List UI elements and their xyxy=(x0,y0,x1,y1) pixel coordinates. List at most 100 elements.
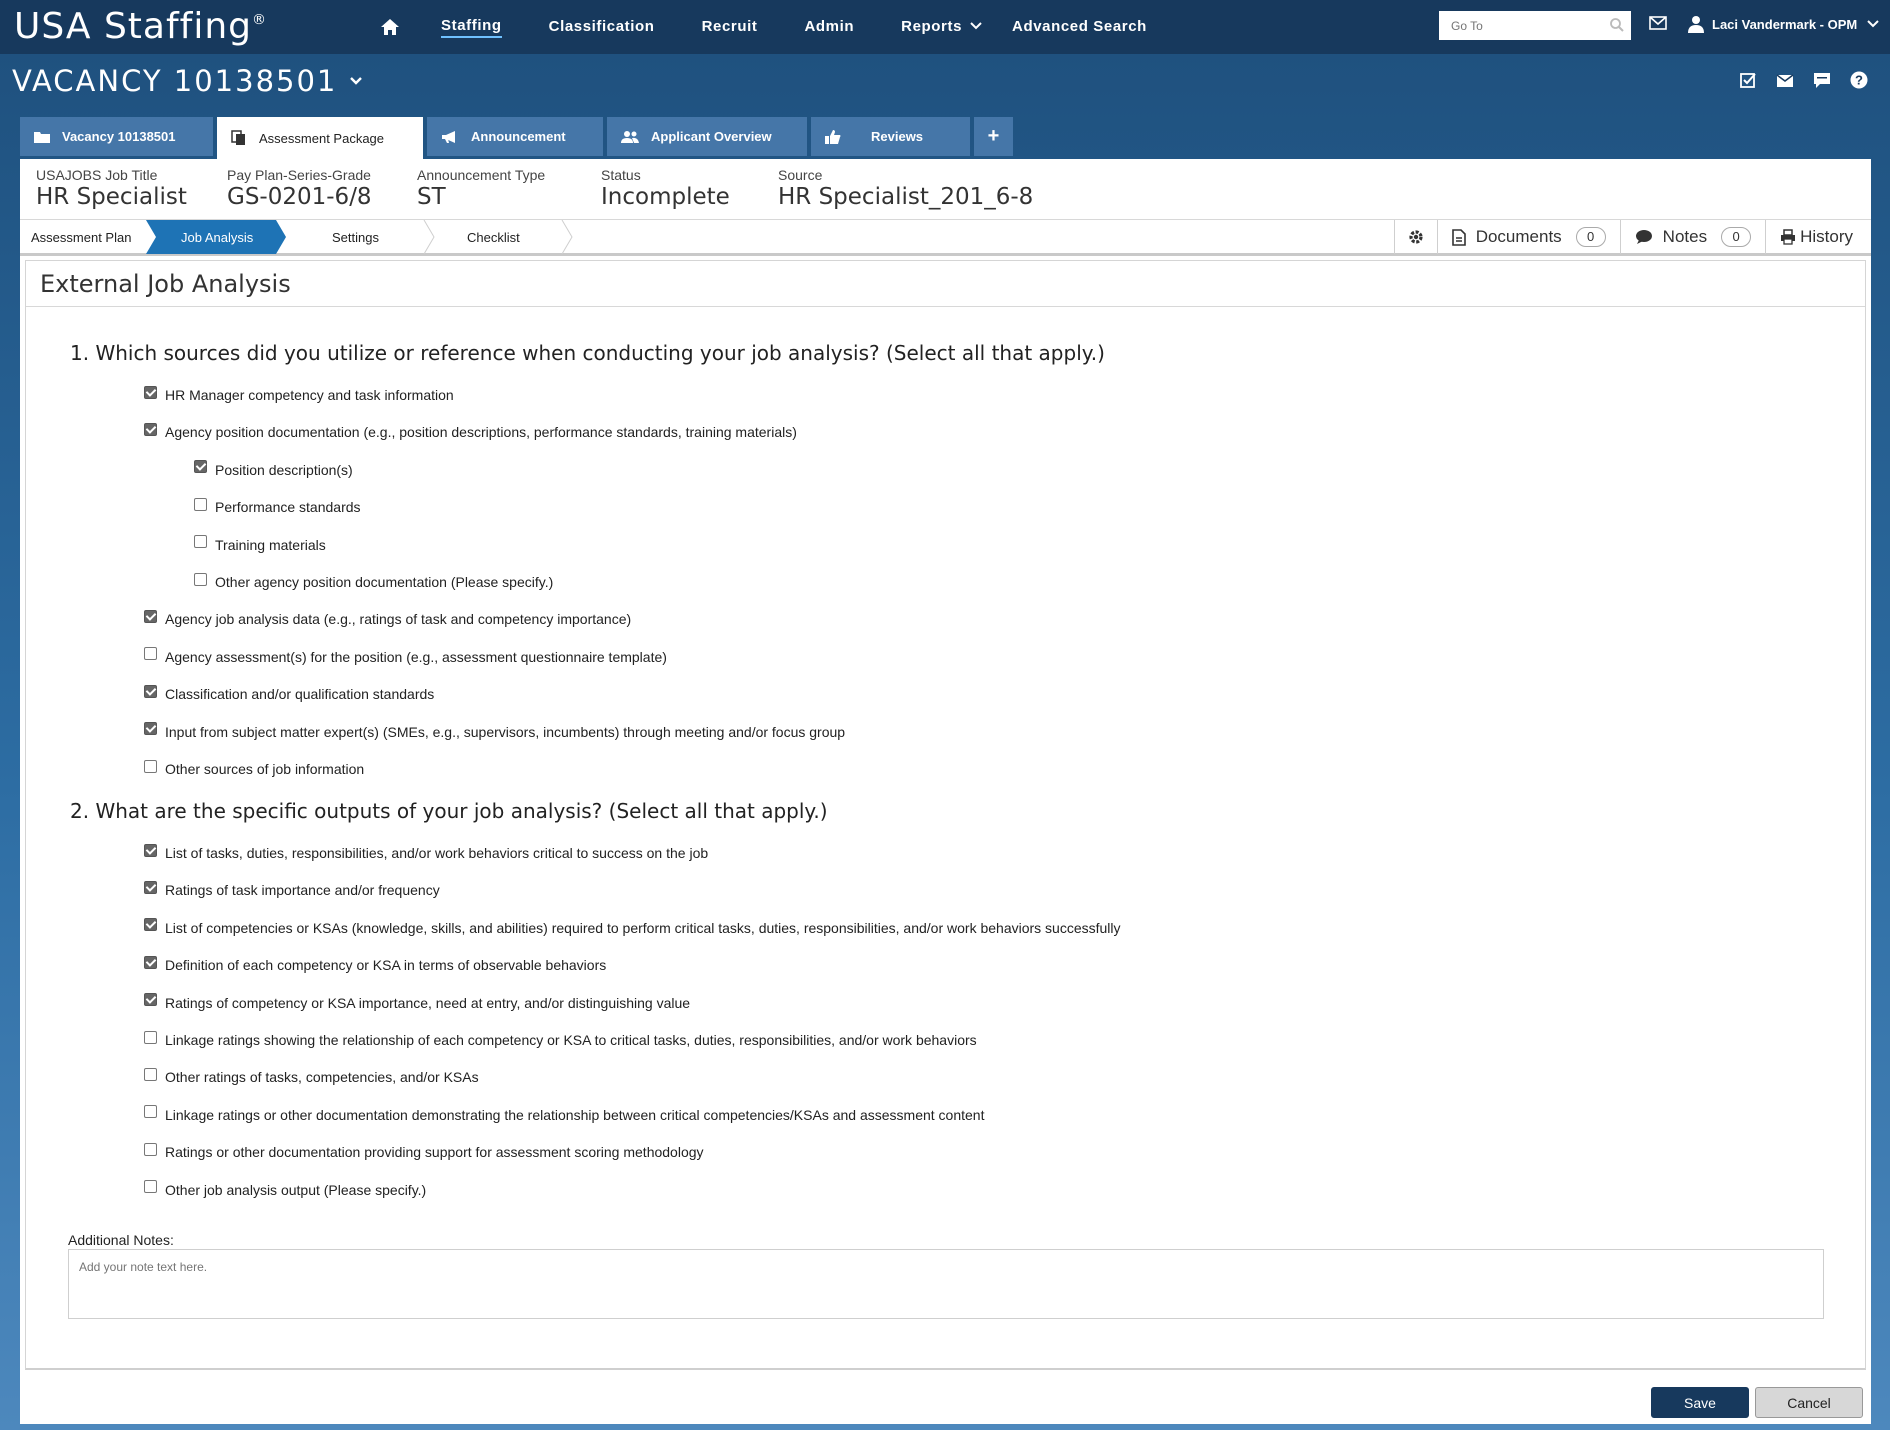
save-button[interactable]: Save xyxy=(1651,1387,1749,1418)
checkbox-option[interactable]: Definition of each competency or KSA in … xyxy=(144,955,606,973)
checkbox-checked[interactable] xyxy=(144,843,157,857)
checkbox-unchecked[interactable] xyxy=(194,535,207,549)
nav-advanced-search[interactable]: Advanced Search xyxy=(1012,18,1147,37)
task-check-icon[interactable] xyxy=(1738,70,1758,90)
checkbox-unchecked[interactable] xyxy=(144,1030,157,1044)
top-navigation-bar: USA Staffing® Staffing Classification Re… xyxy=(0,0,1890,54)
assessment-subnav: Assessment Plan Job Analysis Settings Ch… xyxy=(20,219,1871,256)
checkbox-checked[interactable] xyxy=(144,918,157,932)
checkbox-option[interactable]: Position description(s) xyxy=(194,460,353,478)
checkbox-option[interactable]: List of tasks, duties, responsibilities,… xyxy=(144,843,708,861)
checkbox-unchecked[interactable] xyxy=(144,647,157,661)
checkbox-option[interactable]: Agency assessment(s) for the position (e… xyxy=(144,647,667,665)
goto-search-input[interactable] xyxy=(1439,11,1631,40)
notes-button[interactable]: Notes 0 xyxy=(1619,220,1765,254)
checkbox-option[interactable]: List of competencies or KSAs (knowledge,… xyxy=(144,918,1121,936)
info-label: Announcement Type xyxy=(417,167,546,183)
section-title: External Job Analysis xyxy=(26,261,1865,307)
checkbox-checked[interactable] xyxy=(144,722,157,736)
checkbox-option[interactable]: Other ratings of tasks, competencies, an… xyxy=(144,1067,479,1085)
megaphone-icon xyxy=(442,130,455,143)
chat-icon[interactable] xyxy=(1812,70,1832,90)
nav-classification[interactable]: Classification xyxy=(549,18,655,37)
add-tab-button[interactable]: + xyxy=(974,117,1013,156)
checkbox-checked[interactable] xyxy=(144,880,157,894)
step-settings[interactable]: Settings xyxy=(332,220,379,254)
checkbox-checked[interactable] xyxy=(144,955,157,969)
tab-reviews[interactable]: Reviews xyxy=(811,117,970,156)
checkbox-option[interactable]: HR Manager competency and task informati… xyxy=(144,385,454,403)
notes-count-badge: 0 xyxy=(1721,227,1752,247)
checkbox-option[interactable]: Other sources of job information xyxy=(144,759,365,777)
checkbox-option[interactable]: Linkage ratings showing the relationship… xyxy=(144,1030,977,1048)
history-label: History xyxy=(1800,227,1853,246)
checkbox-label: Other sources of job information xyxy=(165,761,365,777)
checkbox-checked[interactable] xyxy=(144,684,157,698)
step-job-analysis[interactable]: Job Analysis xyxy=(181,220,253,254)
nav-reports-label: Reports xyxy=(901,17,963,35)
checkbox-checked[interactable] xyxy=(194,460,207,474)
tab-assessment-package[interactable]: Assessment Package xyxy=(217,117,423,159)
cancel-button[interactable]: Cancel xyxy=(1755,1387,1863,1418)
step-checklist[interactable]: Checklist xyxy=(467,220,520,254)
mail-icon[interactable] xyxy=(1649,16,1667,30)
help-icon[interactable]: ? xyxy=(1849,70,1869,90)
history-button[interactable]: History xyxy=(1765,220,1871,254)
chart-mail-icon[interactable] xyxy=(1775,70,1795,90)
header-actions: ? xyxy=(1738,70,1886,90)
checkbox-option[interactable]: Training materials xyxy=(194,535,326,553)
checkbox-unchecked[interactable] xyxy=(194,497,207,511)
tab-label: Applicant Overview xyxy=(651,129,772,144)
nav-recruit[interactable]: Recruit xyxy=(702,18,758,37)
checkbox-label: Ratings of task importance and/or freque… xyxy=(165,882,440,899)
checkbox-unchecked[interactable] xyxy=(144,759,157,773)
checkbox-option[interactable]: Performance standards xyxy=(194,497,361,516)
info-value: Incomplete xyxy=(601,184,730,210)
checkbox-option[interactable]: Linkage ratings or other documentation d… xyxy=(144,1105,984,1123)
documents-button[interactable]: Documents 0 xyxy=(1436,220,1620,254)
tab-label: Vacancy 10138501 xyxy=(62,129,176,144)
checkbox-option[interactable]: Other agency position documentation (Ple… xyxy=(194,572,553,590)
checkbox-option[interactable]: Ratings or other documentation providing… xyxy=(144,1142,704,1161)
checkbox-option[interactable]: Input from subject matter expert(s) (SME… xyxy=(144,722,845,740)
nav-staffing[interactable]: Staffing xyxy=(441,17,502,38)
additional-notes-input[interactable] xyxy=(68,1249,1824,1319)
checkbox-option[interactable]: Agency job analysis data (e.g., ratings … xyxy=(144,609,631,627)
tab-applicant-overview[interactable]: Applicant Overview xyxy=(607,117,807,156)
checkbox-option[interactable]: Classification and/or qualification stan… xyxy=(144,684,434,702)
user-menu[interactable]: Laci Vandermark - OPM xyxy=(1688,15,1887,33)
home-icon[interactable] xyxy=(380,17,400,37)
info-job-title: USAJOBS Job Title HR Specialist xyxy=(36,167,187,210)
checkbox-unchecked[interactable] xyxy=(194,572,207,586)
checkbox-checked[interactable] xyxy=(144,385,157,399)
search-icon[interactable] xyxy=(1609,17,1625,33)
user-name: Laci Vandermark - OPM xyxy=(1712,16,1858,32)
tab-label: Announcement xyxy=(471,129,566,144)
checkbox-checked[interactable] xyxy=(144,993,157,1007)
nav-reports[interactable]: Reports xyxy=(901,18,982,37)
vacancy-title-text: VACANCY 10138501 xyxy=(12,64,338,98)
settings-button[interactable] xyxy=(1393,220,1437,254)
question-1: 1. Which sources did you utilize or refe… xyxy=(70,341,1105,365)
checkbox-option[interactable]: Ratings of competency or KSA importance,… xyxy=(144,993,690,1011)
checkbox-unchecked[interactable] xyxy=(144,1180,157,1194)
nav-admin[interactable]: Admin xyxy=(804,18,854,37)
notes-label: Notes xyxy=(1662,227,1708,246)
checkbox-checked[interactable] xyxy=(144,422,157,436)
checkbox-unchecked[interactable] xyxy=(144,1142,157,1156)
checkbox-checked[interactable] xyxy=(144,609,157,623)
checkbox-option[interactable]: Agency position documentation (e.g., pos… xyxy=(144,422,797,440)
checkbox-unchecked[interactable] xyxy=(144,1067,157,1081)
checkbox-label: Performance standards xyxy=(215,499,361,516)
checkbox-unchecked[interactable] xyxy=(144,1105,157,1119)
usa-staffing-logo[interactable]: USA Staffing® xyxy=(14,6,267,47)
tab-announcement[interactable]: Announcement xyxy=(427,117,603,156)
checkbox-option[interactable]: Ratings of task importance and/or freque… xyxy=(144,880,440,899)
checkbox-option[interactable]: Other job analysis output (Please specif… xyxy=(144,1180,426,1198)
tab-label: Assessment Package xyxy=(259,130,385,146)
vacancy-title[interactable]: VACANCY 10138501 xyxy=(12,64,363,98)
checkbox-label: Agency assessment(s) for the position (e… xyxy=(165,648,667,665)
step-assessment-plan[interactable]: Assessment Plan xyxy=(31,220,131,254)
checkbox-label: Ratings or other documentation providing… xyxy=(165,1144,704,1161)
tab-vacancy[interactable]: Vacancy 10138501 xyxy=(20,117,213,156)
